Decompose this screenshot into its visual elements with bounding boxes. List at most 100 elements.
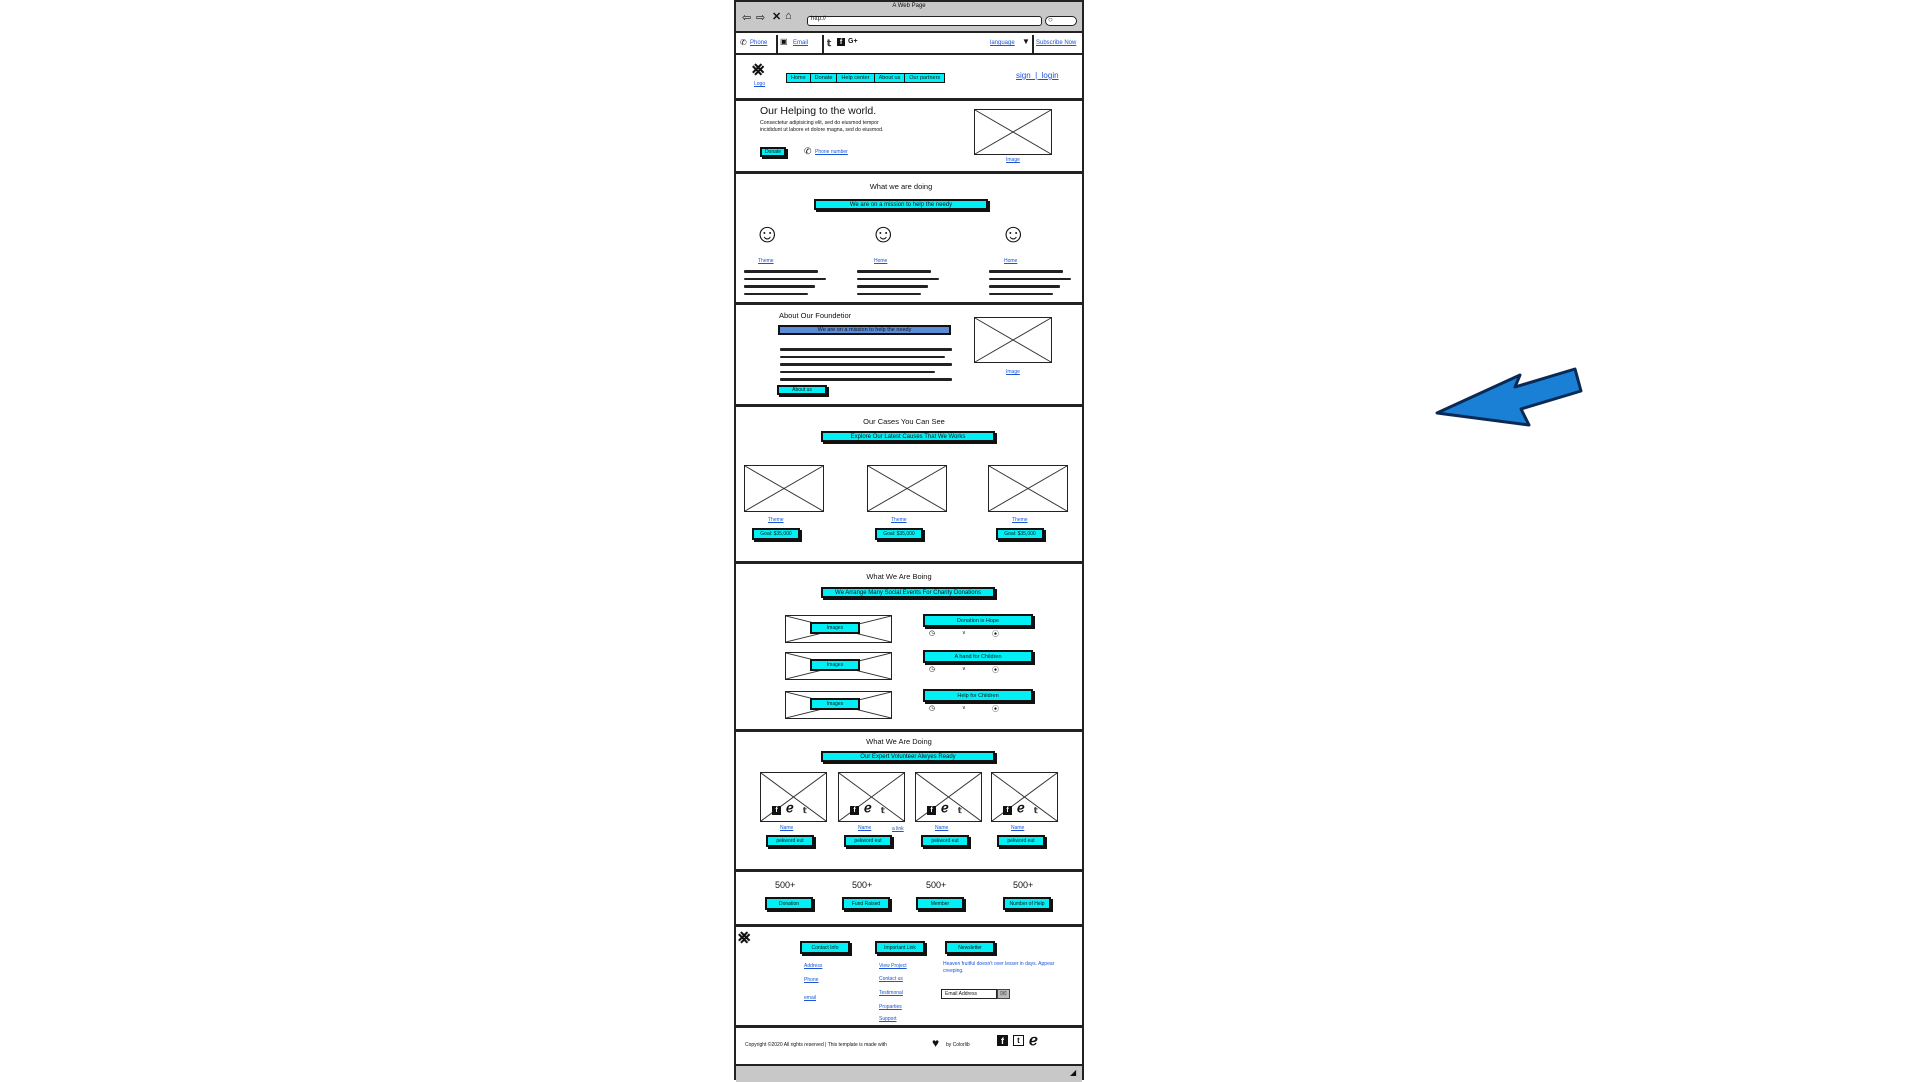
events-title: What We Are Boing: [866, 572, 932, 581]
nav-item-1[interactable]: Donate: [809, 73, 838, 83]
back-icon[interactable]: ⇦: [742, 11, 751, 24]
smiley-icon: ☺: [870, 218, 897, 248]
event-image-label[interactable]: Images: [810, 698, 860, 710]
stat-label-button[interactable]: Member: [916, 897, 964, 910]
footer-heading-button[interactable]: Newsletter: [945, 941, 995, 954]
facebook-icon[interactable]: f: [997, 1035, 1008, 1046]
footer-link[interactable]: Address: [804, 963, 822, 969]
events-section: What We Are Boing We Arrange Many Social…: [736, 564, 1082, 732]
event-list-button[interactable]: Help for Children: [923, 689, 1033, 702]
newsletter-email-input[interactable]: Email Address: [941, 989, 997, 999]
hero-donate-button[interactable]: Donate: [760, 147, 786, 157]
internet-explorer-icon[interactable]: ℯ: [941, 800, 949, 816]
nav-item-2[interactable]: Help center: [836, 73, 875, 83]
volunteer-role-button[interactable]: pekword eut: [844, 835, 892, 847]
footer-heading-button[interactable]: Important Link: [875, 941, 925, 954]
internet-explorer-icon[interactable]: ℯ: [1017, 800, 1025, 816]
close-icon[interactable]: ✕: [772, 10, 781, 23]
hero-image-label[interactable]: Image: [1006, 157, 1020, 163]
volunteer-name-link[interactable]: Name: [1011, 825, 1024, 831]
volunteer-name-link[interactable]: Name: [858, 825, 871, 831]
cause-link[interactable]: Theme: [768, 517, 784, 523]
browser-window: A Web Page ⇦ ⇨ ✕ ⌂ http:// ○ ✆ Phone ▣ E…: [734, 0, 1084, 1082]
twitter-icon[interactable]: 𝕥: [827, 38, 831, 49]
sign-login-link[interactable]: sign | login: [1016, 71, 1059, 80]
window-title: A Web Page: [892, 3, 926, 9]
facebook-icon[interactable]: f: [850, 806, 859, 815]
event-list-button[interactable]: A hand for Children: [923, 650, 1033, 663]
chevron-down-icon: ∨: [962, 666, 966, 672]
footer-heading-button[interactable]: Contact Info: [800, 941, 850, 954]
google-plus-icon[interactable]: G+: [848, 38, 858, 45]
footer-link[interactable]: Contact us: [879, 976, 903, 982]
doing-item-text: [744, 270, 826, 300]
nav-item-4[interactable]: Our partners: [904, 73, 946, 83]
footer-link[interactable]: Testimonal: [879, 990, 903, 996]
volunteer-extra-link[interactable]: a link: [892, 826, 904, 832]
volunteer-role-button[interactable]: pekword eut: [766, 835, 814, 847]
cause-link[interactable]: Theme: [891, 517, 907, 523]
internet-explorer-icon[interactable]: ℯ: [1029, 1031, 1038, 1049]
volunteer-role-button[interactable]: pekword eut: [921, 835, 969, 847]
copyright-text-a: Copyright ©2020 All rights reserved | Th…: [745, 1042, 887, 1048]
founder-title: About Our Foundetior: [779, 311, 852, 320]
address-bar[interactable]: http://: [807, 16, 1042, 26]
footer-link[interactable]: Support: [879, 1016, 897, 1022]
twitter-icon[interactable]: 𝕥: [1034, 806, 1038, 815]
twitter-icon[interactable]: 𝕥: [803, 806, 807, 815]
cause-link[interactable]: Theme: [1012, 517, 1028, 523]
founder-section: About Our Foundetior We are on a mission…: [736, 305, 1082, 407]
founder-image-label[interactable]: Image: [1006, 369, 1020, 375]
nav-item-0[interactable]: Home: [786, 73, 811, 83]
cause-goal-button[interactable]: Goal: $35,000: [752, 528, 800, 540]
doing-section: What we are doing We are on a mission to…: [736, 174, 1082, 305]
footer-link[interactable]: email: [804, 995, 816, 1001]
twitter-icon[interactable]: 𝕥: [958, 806, 962, 815]
footer-logo-icon[interactable]: ⨳: [738, 927, 750, 947]
facebook-icon[interactable]: f: [1003, 806, 1012, 815]
volunteer-name-link[interactable]: Name: [935, 825, 948, 831]
logo-icon[interactable]: ⨳: [752, 59, 764, 79]
volunteer-role-button[interactable]: pekword eut: [997, 835, 1045, 847]
founder-banner: We are on a mission to help the needy: [778, 325, 951, 335]
resize-handle-icon[interactable]: ◢: [1070, 1068, 1076, 1077]
cause-goal-button[interactable]: Goal: $35,000: [875, 528, 923, 540]
volunteer-name-link[interactable]: Name: [780, 825, 793, 831]
cause-goal-button[interactable]: Goal: $35,000: [996, 528, 1044, 540]
search-box[interactable]: ○: [1045, 15, 1077, 26]
topbar-email-link[interactable]: Email: [793, 40, 808, 46]
internet-explorer-icon[interactable]: ℯ: [864, 800, 872, 816]
event-list-button[interactable]: Donation is Hope: [923, 614, 1033, 627]
doing-item-link[interactable]: Home: [874, 258, 887, 264]
home-icon[interactable]: ⌂: [785, 10, 792, 22]
language-select[interactable]: language: [990, 40, 1015, 46]
stat-label-button[interactable]: Number of Help: [1003, 897, 1051, 910]
facebook-icon[interactable]: f: [927, 806, 936, 815]
chevron-down-icon[interactable]: ▼: [1022, 37, 1030, 46]
nav-item-3[interactable]: About us: [873, 73, 906, 83]
doing-item-link[interactable]: Theme: [758, 258, 774, 264]
subscribe-link[interactable]: Subscribe Now: [1036, 40, 1076, 46]
event-image-label[interactable]: Images: [810, 659, 860, 671]
internet-explorer-icon[interactable]: ℯ: [786, 800, 794, 816]
twitter-icon[interactable]: t: [1013, 1035, 1024, 1046]
newsletter-send-button[interactable]: ✉: [997, 989, 1010, 999]
footer-link[interactable]: Proparties: [879, 1004, 902, 1010]
logo-label[interactable]: Logo: [754, 81, 765, 87]
facebook-icon[interactable]: f: [772, 806, 781, 815]
about-us-button[interactable]: About us: [777, 385, 827, 395]
footer-link[interactable]: Phone: [804, 977, 818, 983]
topbar-phone-link[interactable]: Phone: [750, 40, 767, 46]
twitter-icon[interactable]: 𝕥: [881, 806, 885, 815]
stat-label-button[interactable]: Fund Raised: [842, 897, 890, 910]
arrow-left-icon: [1435, 367, 1583, 427]
event-image-label[interactable]: Images: [810, 622, 860, 634]
heart-icon: ♥: [932, 1036, 940, 1050]
footer-link[interactable]: View Project: [879, 963, 907, 969]
stat-label-button[interactable]: Donation: [765, 897, 813, 910]
forward-icon[interactable]: ⇨: [756, 11, 765, 24]
doing-item-link[interactable]: Home: [1004, 258, 1017, 264]
facebook-icon[interactable]: f: [837, 38, 845, 46]
hero-phone-link[interactable]: Phone number: [815, 149, 848, 155]
cause-image: [867, 465, 947, 512]
